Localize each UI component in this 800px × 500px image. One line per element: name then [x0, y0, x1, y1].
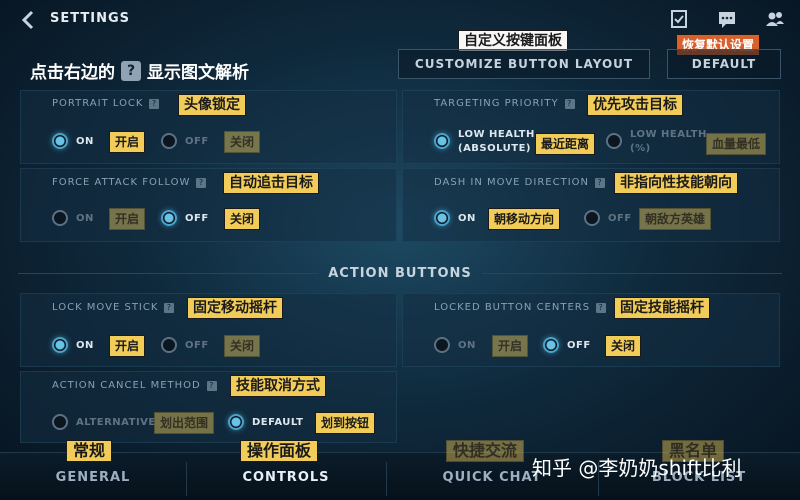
portrait-lock-off-annotation: 关闭 [224, 131, 261, 153]
watermark: 知乎 @李奶奶shift比利 [532, 456, 742, 480]
page-title: SETTINGS [50, 11, 131, 26]
force-attack-follow-on-radio[interactable] [52, 210, 68, 226]
help-icon[interactable]: ? [596, 302, 607, 313]
locked-button-centers-off-label: OFF [567, 340, 591, 351]
tab-controls[interactable]: CONTROLS [186, 470, 386, 485]
low-health-absolute-label: LOW HEALTH (ABSOLUTE) [458, 129, 535, 154]
portrait-lock-annotation: 头像锁定 [178, 94, 246, 116]
force-attack-follow-off-annotation: 关闭 [224, 208, 261, 230]
lock-move-stick-off-label: OFF [185, 340, 209, 351]
locked-button-centers-on-annotation: 开启 [492, 335, 529, 357]
force-attack-follow-off-label: OFF [185, 213, 209, 224]
portrait-lock-on-label: ON [76, 136, 94, 147]
low-health-percent-radio[interactable] [606, 133, 622, 149]
tab-controls-annotation: 操作面板 [240, 440, 319, 462]
lock-move-stick-on-label: ON [76, 340, 94, 351]
portrait-lock-on-radio[interactable] [52, 133, 68, 149]
dash-direction-off-label: OFF [608, 213, 632, 224]
lock-move-stick-on-radio[interactable] [52, 337, 68, 353]
force-attack-follow-on-annotation: 开启 [109, 208, 146, 230]
lock-move-stick-off-radio[interactable] [161, 337, 177, 353]
low-health-percent-label: LOW HEALTH (%) [630, 129, 707, 154]
dash-direction-on-annotation: 朝移动方向 [488, 208, 561, 230]
action-cancel-default-annotation: 划到按钮 [315, 412, 376, 434]
low-health-percent-annotation: 血量最低 [706, 133, 767, 155]
lock-move-stick-on-annotation: 开启 [109, 335, 146, 357]
hint-after: 显示图文解析 [147, 63, 249, 83]
portrait-lock-label: PORTRAIT LOCK? [52, 98, 160, 109]
help-icon[interactable]: ? [196, 177, 207, 188]
locked-button-centers-annotation: 固定技能摇杆 [614, 297, 710, 319]
back-arrow-icon[interactable] [18, 9, 40, 31]
help-icon[interactable]: ? [164, 302, 175, 313]
action-cancel-default-label: DEFAULT [252, 417, 304, 428]
help-icon[interactable]: ? [149, 98, 160, 109]
locked-button-centers-off-radio[interactable] [543, 337, 559, 353]
targeting-priority-annotation: 优先攻击目标 [587, 94, 683, 116]
action-cancel-default-radio[interactable] [228, 414, 244, 430]
lock-move-stick-off-annotation: 关闭 [224, 335, 261, 357]
help-question-icon: ? [121, 60, 141, 81]
customize-layout-button[interactable]: CUSTOMIZE BUTTON LAYOUT [398, 49, 650, 79]
dash-direction-label: DASH IN MOVE DIRECTION? [434, 177, 605, 188]
default-button[interactable]: DEFAULT [667, 49, 781, 79]
locked-button-centers-label: LOCKED BUTTON CENTERS? [434, 302, 607, 313]
lock-move-stick-annotation: 固定移动摇杆 [187, 297, 283, 319]
action-cancel-alternative-label: ALTERNATIVE [76, 417, 156, 428]
dash-direction-on-radio[interactable] [434, 210, 450, 226]
lock-move-stick-label: LOCK MOVE STICK? [52, 302, 175, 313]
tab-general[interactable]: GENERAL [0, 470, 186, 485]
chat-icon[interactable] [716, 8, 738, 30]
force-attack-follow-on-label: ON [76, 213, 94, 224]
help-icon[interactable]: ? [206, 380, 217, 391]
portrait-lock-on-annotation: 开启 [109, 131, 146, 153]
dash-direction-on-label: ON [458, 213, 476, 224]
low-health-absolute-radio[interactable] [434, 133, 450, 149]
action-cancel-alternative-annotation: 划出范围 [154, 412, 215, 434]
portrait-lock-off-label: OFF [185, 136, 209, 147]
locked-button-centers-off-annotation: 关闭 [605, 335, 642, 357]
help-icon[interactable]: ? [595, 177, 605, 188]
action-cancel-annotation: 技能取消方式 [230, 375, 326, 397]
friends-icon[interactable] [764, 8, 786, 30]
help-icon[interactable]: ? [564, 98, 575, 109]
locked-button-centers-on-label: ON [458, 340, 476, 351]
dash-direction-off-radio[interactable] [584, 210, 600, 226]
dash-direction-annotation: 非指向性技能朝向 [614, 172, 738, 194]
checklist-icon[interactable] [668, 8, 690, 30]
force-attack-follow-annotation: 自动追击目标 [223, 172, 319, 194]
force-attack-follow-label: FORCE ATTACK FOLLOW? [52, 177, 207, 188]
hint-before: 点击右边的 [30, 63, 115, 83]
action-cancel-label: ACTION CANCEL METHOD? [52, 380, 217, 391]
tab-general-annotation: 常规 [66, 440, 113, 462]
low-health-absolute-annotation: 最近距离 [535, 133, 596, 155]
force-attack-follow-off-radio[interactable] [161, 210, 177, 226]
section-divider-right [482, 273, 782, 274]
help-hint: 点击右边的 ? 显示图文解析 [30, 58, 249, 83]
locked-button-centers-on-radio[interactable] [434, 337, 450, 353]
targeting-priority-label: TARGETING PRIORITY? [434, 98, 575, 109]
tab-quick-chat-annotation: 快捷交流 [446, 440, 525, 462]
portrait-lock-off-radio[interactable] [161, 133, 177, 149]
dash-direction-off-annotation: 朝敌方英雄 [639, 208, 712, 230]
action-cancel-alternative-radio[interactable] [52, 414, 68, 430]
